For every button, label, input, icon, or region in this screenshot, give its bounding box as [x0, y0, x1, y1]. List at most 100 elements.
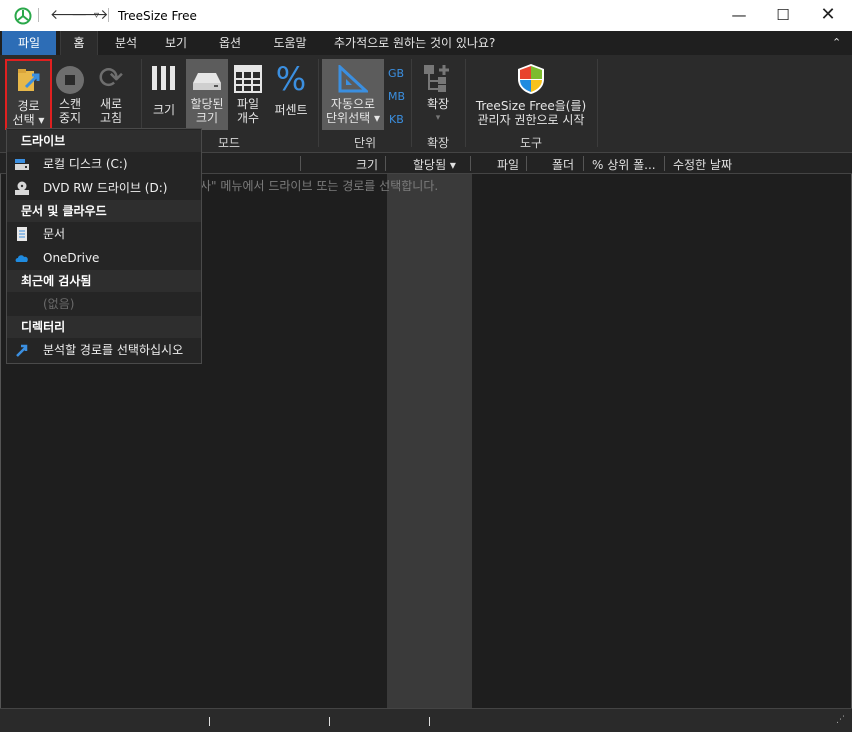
- column-allocated[interactable]: 할당됨 ▾: [413, 156, 456, 173]
- refresh-button[interactable]: ⟳ 새로 고침: [93, 59, 129, 130]
- dropdown-item-onedrive[interactable]: OneDrive: [7, 246, 201, 270]
- collapse-ribbon-icon[interactable]: ⌃: [832, 36, 841, 49]
- ribbon-separator: [411, 59, 412, 147]
- refresh-label-1: 새로: [99, 97, 123, 111]
- columns-icon: [152, 66, 175, 90]
- window-title: TreeSize Free: [118, 9, 197, 23]
- arrow-path-icon: [16, 344, 28, 357]
- empty-hint-text: 사" 메뉴에서 드라이브 또는 경로를 선택합니다.: [200, 179, 439, 193]
- column-separator: [664, 156, 665, 171]
- menu-bar: 파일 홈 분석 보기 옵션 도움말 추가적으로 원하는 것이 있나요? ⌃: [0, 31, 852, 55]
- onedrive-cloud-icon: [15, 255, 28, 262]
- expand-button[interactable]: 확장 ▾: [416, 59, 460, 130]
- tab-view[interactable]: 보기: [158, 31, 194, 55]
- document-icon: [17, 227, 27, 241]
- dropdown-header-recent: 최근에 검사됨: [7, 270, 201, 292]
- tab-help[interactable]: 도움말: [268, 31, 312, 55]
- local-disk-label: 로컬 디스크 (C:): [43, 157, 128, 171]
- auto-unit-label-1: 자동으로: [330, 97, 376, 111]
- hard-drive-icon: [15, 159, 29, 170]
- refresh-icon: ⟳: [98, 61, 124, 96]
- tab-file[interactable]: 파일: [2, 31, 56, 55]
- unit-kb-button[interactable]: KB: [389, 113, 404, 126]
- minimize-button[interactable]: —: [716, 0, 762, 31]
- stop-scan-label-2: 중지: [58, 111, 82, 125]
- group-label-tools: 도구: [519, 136, 543, 150]
- documents-label: 문서: [43, 227, 66, 241]
- size-mode-button[interactable]: 크기: [146, 59, 182, 130]
- dropdown-header-directory: 디렉터리: [7, 316, 201, 338]
- ribbon-separator: [318, 59, 319, 147]
- size-mode-label: 크기: [152, 103, 176, 117]
- expand-label: 확장: [426, 97, 450, 111]
- dvd-drive-icon: [15, 181, 29, 195]
- tell-me-search[interactable]: 추가적으로 원하는 것이 있나요?: [334, 31, 514, 55]
- ribbon-separator: [597, 59, 598, 147]
- column-folders[interactable]: 폴더: [552, 156, 574, 173]
- allocated-column-highlight: [387, 174, 472, 708]
- dropdown-item-documents[interactable]: 문서: [7, 222, 201, 246]
- auto-unit-label-2: 단위선택 ▾: [326, 111, 380, 125]
- dropdown-item-empty: (없음): [43, 297, 75, 311]
- column-files[interactable]: 파일: [497, 156, 519, 173]
- status-separator: [209, 717, 210, 726]
- column-separator: [583, 156, 584, 171]
- close-button[interactable]: ✕: [805, 0, 851, 31]
- tab-home[interactable]: 홈: [60, 31, 98, 55]
- select-path-button[interactable]: 경로 선택 ▾: [5, 59, 52, 130]
- tab-analyze[interactable]: 분석: [108, 31, 144, 55]
- auto-unit-button[interactable]: 자동으로 단위선택 ▾: [322, 59, 384, 130]
- percent-icon: %: [275, 60, 307, 98]
- column-modified-date[interactable]: 수정한 날짜: [673, 156, 732, 173]
- column-separator: [385, 156, 386, 171]
- stop-scan-button[interactable]: 스캔 중지: [52, 59, 88, 130]
- percent-label: 퍼센트: [274, 103, 308, 117]
- select-path-label-2: 선택 ▾: [12, 113, 45, 127]
- stop-icon: [56, 66, 84, 94]
- folder-arrow-icon: [18, 69, 40, 91]
- title-bar: 🡐 🡒 ▿ TreeSize Free — ☐ ✕: [0, 0, 852, 31]
- resize-grip-icon[interactable]: ⋰: [836, 715, 845, 725]
- column-percent-parent[interactable]: % 상위 폴...: [592, 156, 656, 173]
- forward-arrow-icon[interactable]: 🡒: [71, 6, 109, 23]
- maximize-button[interactable]: ☐: [760, 0, 806, 31]
- dropdown-header-documents-cloud: 문서 및 클라우드: [7, 200, 201, 222]
- onedrive-label: OneDrive: [43, 251, 100, 265]
- grid-icon: [234, 65, 262, 93]
- status-bar: ⋰: [0, 708, 852, 732]
- group-label-unit: 단위: [353, 136, 377, 150]
- tree-expand-icon: [424, 65, 449, 92]
- column-separator: [526, 156, 527, 171]
- refresh-label-2: 고침: [99, 111, 123, 125]
- allocated-mode-button[interactable]: 할당된 크기: [186, 59, 228, 130]
- app-logo-icon: [14, 7, 32, 25]
- quick-access-dropdown-icon[interactable]: ▿: [94, 10, 99, 21]
- file-count-mode-button[interactable]: 파일 개수: [230, 59, 266, 130]
- ribbon-separator: [465, 59, 466, 147]
- dropdown-item-choose-path[interactable]: 분석할 경로를 선택하십시오: [7, 338, 201, 362]
- percent-mode-button[interactable]: % 퍼센트: [270, 59, 312, 130]
- group-label-expand: 확장: [426, 136, 450, 150]
- unit-mb-button[interactable]: MB: [388, 90, 405, 103]
- dropdown-item-local-disk[interactable]: 로컬 디스크 (C:): [7, 152, 201, 176]
- tab-options[interactable]: 옵션: [212, 31, 248, 55]
- column-size[interactable]: 크기: [356, 156, 378, 173]
- run-as-admin-button[interactable]: TreeSize Free을(를) 관리자 권한으로 시작: [470, 59, 592, 130]
- drive-icon: [193, 73, 221, 90]
- shield-icon: [518, 64, 544, 94]
- allocated-label-1: 할당된: [190, 97, 224, 111]
- unit-gb-button[interactable]: GB: [388, 67, 404, 80]
- status-separator: [329, 717, 330, 726]
- status-separator: [429, 717, 430, 726]
- column-separator: [470, 156, 471, 171]
- dvd-drive-label: DVD RW 드라이브 (D:): [43, 181, 168, 195]
- admin-label-2: 관리자 권한으로 시작: [477, 113, 585, 127]
- ruler-triangle-icon: [338, 65, 368, 93]
- dropdown-item-dvd-drive[interactable]: DVD RW 드라이브 (D:): [7, 176, 201, 200]
- stop-scan-label-1: 스캔: [58, 97, 82, 111]
- admin-label-1: TreeSize Free을(를): [475, 99, 587, 113]
- dropdown-header-drives: 드라이브: [7, 130, 201, 152]
- file-count-label-2: 개수: [236, 111, 260, 125]
- choose-path-label: 분석할 경로를 선택하십시오: [43, 343, 184, 357]
- select-path-label-1: 경로: [17, 99, 40, 113]
